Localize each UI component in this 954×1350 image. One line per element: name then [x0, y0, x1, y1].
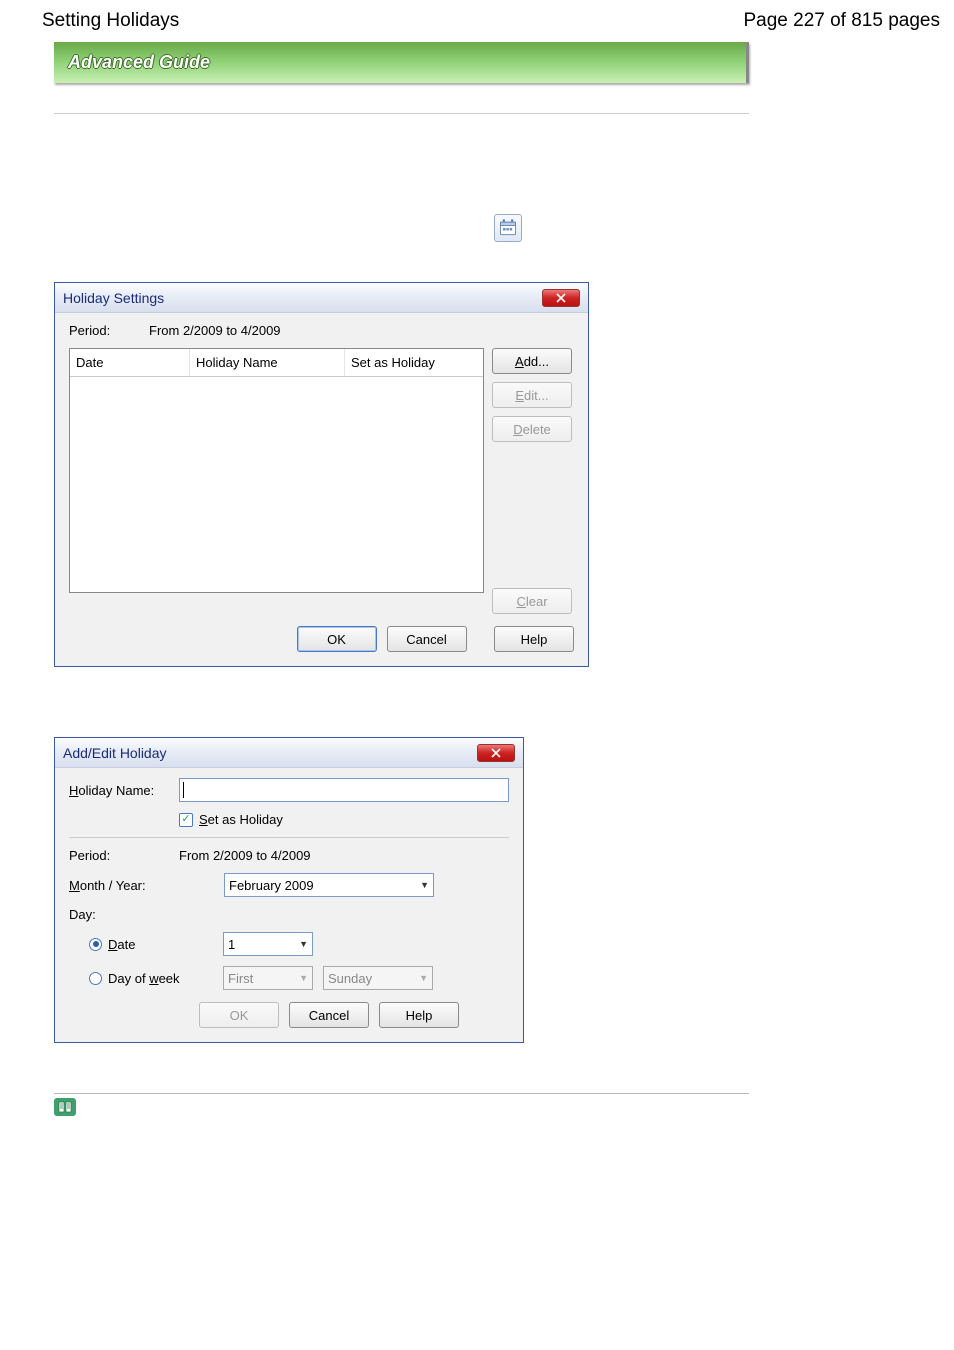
- ordinal-select[interactable]: First ▼: [223, 966, 313, 990]
- weekday-value: Sunday: [328, 971, 372, 986]
- guide-banner: Advanced Guide: [54, 42, 749, 83]
- period-label: Period:: [69, 848, 179, 863]
- book-icon[interactable]: [54, 1098, 76, 1116]
- holiday-settings-dialog: Holiday Settings Period: From 2/2009 to …: [54, 282, 589, 667]
- add-edit-holiday-dialog: Add/Edit Holiday Holiday Name: Set as Ho…: [54, 737, 524, 1043]
- date-select[interactable]: 1 ▼: [223, 932, 313, 956]
- dialog-title: Add/Edit Holiday: [63, 745, 167, 761]
- day-of-week-radio-label: Day of week: [108, 971, 223, 986]
- page-counter: Page 227 of 815 pages: [743, 10, 940, 32]
- divider: [54, 113, 749, 114]
- ok-button[interactable]: OK: [199, 1002, 279, 1028]
- date-value: 1: [228, 937, 235, 952]
- day-label: Day:: [69, 907, 96, 922]
- set-as-holiday-checkbox[interactable]: [179, 813, 193, 827]
- footer-bar: [54, 1093, 749, 1116]
- calendar-tool-icon[interactable]: [494, 214, 522, 242]
- cancel-button[interactable]: Cancel: [387, 626, 467, 652]
- period-value: From 2/2009 to 4/2009: [179, 848, 311, 863]
- month-year-label: Month / Year:: [69, 878, 224, 893]
- help-button[interactable]: Help: [494, 626, 574, 652]
- weekday-select[interactable]: Sunday ▼: [323, 966, 433, 990]
- column-date[interactable]: Date: [70, 349, 190, 376]
- holiday-name-label: Holiday Name:: [69, 783, 179, 798]
- date-radio[interactable]: [89, 938, 102, 951]
- clear-button[interactable]: Clear: [492, 588, 572, 614]
- set-as-holiday-label: Set as Holiday: [199, 812, 283, 827]
- dialog-titlebar[interactable]: Holiday Settings: [55, 283, 588, 313]
- ok-button[interactable]: OK: [297, 626, 377, 652]
- ordinal-value: First: [228, 971, 253, 986]
- chevron-down-icon: ▼: [299, 973, 308, 983]
- holiday-list[interactable]: Date Holiday Name Set as Holiday: [69, 348, 484, 593]
- guide-banner-title: Advanced Guide: [68, 52, 210, 73]
- column-set-as-holiday[interactable]: Set as Holiday: [345, 349, 483, 376]
- cancel-button[interactable]: Cancel: [289, 1002, 369, 1028]
- page-title-left: Setting Holidays: [42, 10, 179, 32]
- date-radio-label: Date: [108, 937, 223, 952]
- delete-button[interactable]: Delete: [492, 416, 572, 442]
- add-button[interactable]: Add...: [492, 348, 572, 374]
- column-holiday-name[interactable]: Holiday Name: [190, 349, 345, 376]
- month-year-value: February 2009: [229, 878, 314, 893]
- close-icon[interactable]: [542, 289, 580, 307]
- chevron-down-icon: ▼: [419, 973, 428, 983]
- chevron-down-icon: ▼: [299, 939, 308, 949]
- dialog-titlebar[interactable]: Add/Edit Holiday: [55, 738, 523, 768]
- month-year-select[interactable]: February 2009 ▼: [224, 873, 434, 897]
- holiday-name-input[interactable]: [179, 778, 509, 802]
- day-of-week-radio[interactable]: [89, 972, 102, 985]
- edit-button[interactable]: Edit...: [492, 382, 572, 408]
- close-icon[interactable]: [477, 744, 515, 762]
- period-label: Period:: [69, 323, 149, 338]
- calendar-icon: [498, 218, 518, 238]
- period-value: From 2/2009 to 4/2009: [149, 323, 281, 338]
- dialog-title: Holiday Settings: [63, 290, 164, 306]
- chevron-down-icon: ▼: [420, 880, 429, 890]
- help-button[interactable]: Help: [379, 1002, 459, 1028]
